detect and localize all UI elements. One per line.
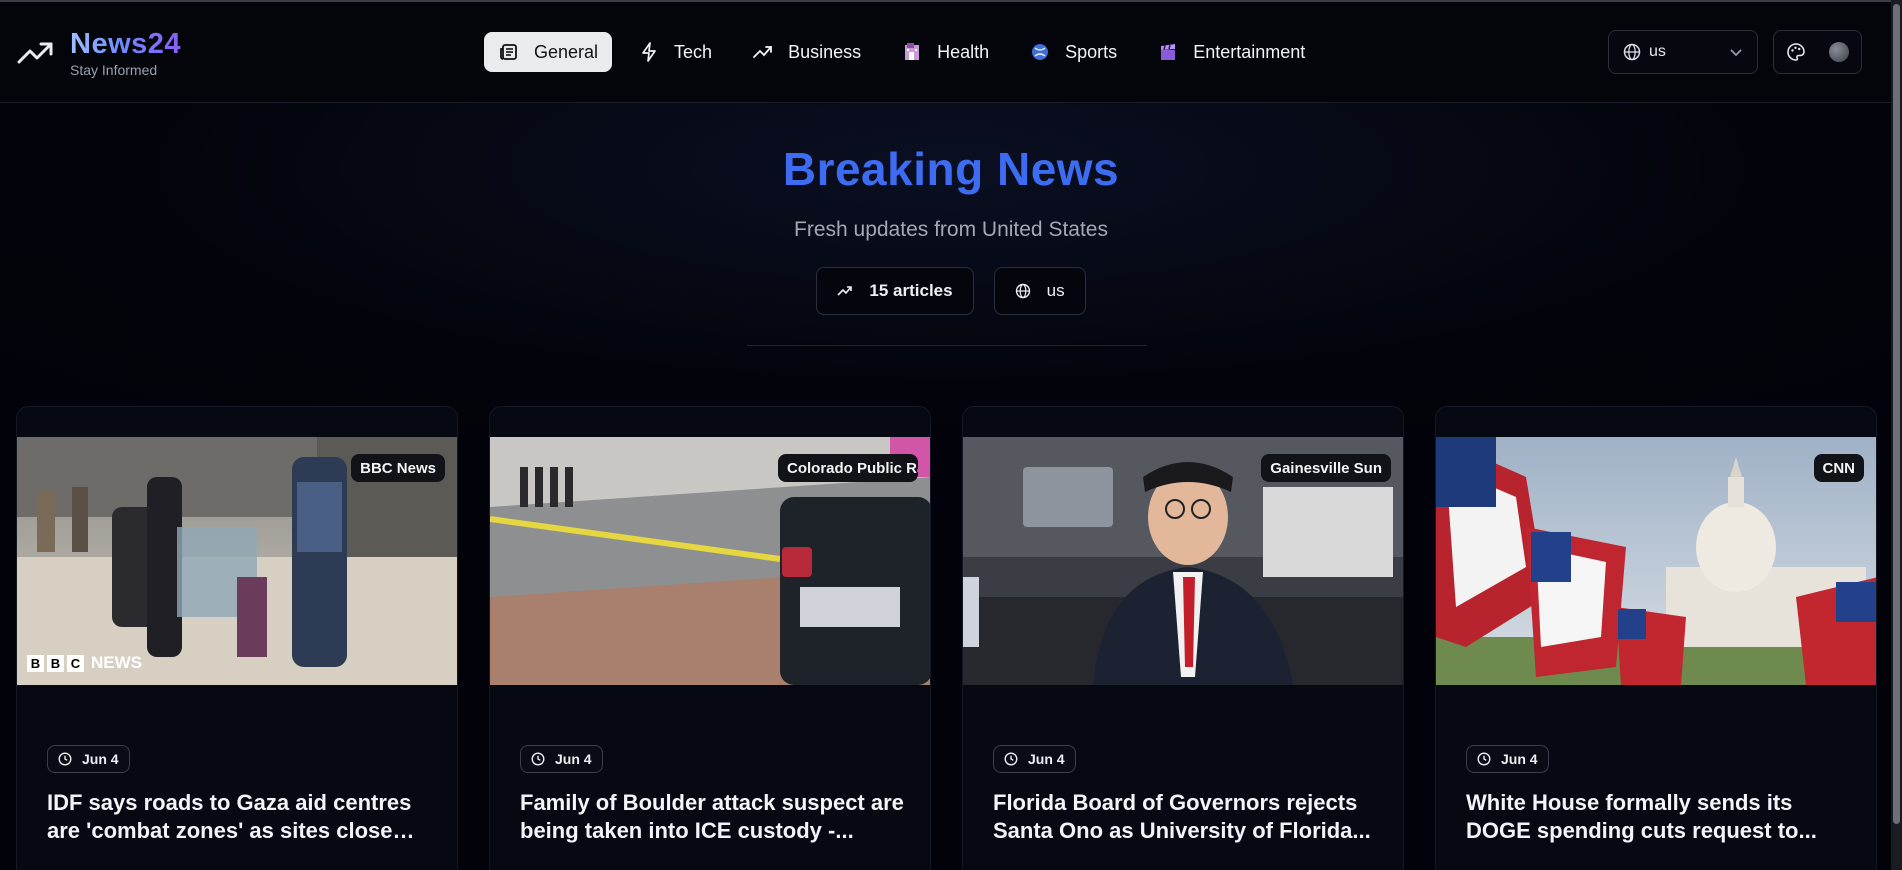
source-badge: BBC News <box>351 454 445 482</box>
chevron-down-icon <box>1730 49 1742 57</box>
article-count: 15 articles <box>869 281 953 300</box>
tab-sports[interactable]: Sports <box>1015 32 1131 72</box>
tab-health[interactable]: Health <box>887 32 1003 72</box>
article-title[interactable]: IDF says roads to Gaza aid centres are '… <box>47 789 437 845</box>
date-badge: Jun 4 <box>993 745 1076 773</box>
trending-up-icon <box>752 41 774 63</box>
palette-icon <box>1787 43 1805 61</box>
country-badge: us <box>993 267 1086 315</box>
ball-icon <box>1029 41 1051 63</box>
tab-label: Sports <box>1065 41 1118 62</box>
tab-label: General <box>534 41 599 62</box>
tab-label: Entertainment <box>1193 41 1306 62</box>
tab-entertainment[interactable]: Entertainment <box>1143 32 1319 72</box>
article-date: Jun 4 <box>82 751 119 767</box>
category-nav: General Tech Business Health Sports Ente… <box>484 32 1331 72</box>
theme-toggle[interactable] <box>1773 30 1862 74</box>
date-badge: Jun 4 <box>47 745 130 773</box>
clock-icon <box>58 752 72 766</box>
source-badge: Gainesville Sun <box>1261 454 1391 482</box>
globe-icon <box>1623 43 1641 61</box>
clock-icon <box>1004 752 1018 766</box>
article-card[interactable]: Gainesville Sun Jun 4 Florida Board of G… <box>962 406 1404 870</box>
page-scrollbar[interactable] <box>1891 0 1902 870</box>
tab-label: Tech <box>674 41 713 62</box>
tab-business[interactable]: Business <box>738 32 875 72</box>
brand-tagline: Stay Informed <box>70 62 158 78</box>
country-select[interactable]: us <box>1608 30 1758 74</box>
clock-icon <box>1477 752 1491 766</box>
article-date: Jun 4 <box>555 751 592 767</box>
article-title[interactable]: Family of Boulder attack suspect are bei… <box>520 789 910 845</box>
date-badge: Jun 4 <box>520 745 603 773</box>
source-badge: Colorado Public Radio <box>778 454 918 482</box>
hero-divider <box>747 345 1147 346</box>
theme-indicator <box>1829 42 1849 62</box>
article-image <box>1436 437 1876 685</box>
article-card[interactable]: B B C NEWS BBC News Jun 4 IDF says roads to… <box>16 406 458 870</box>
article-count-badge: 15 articles <box>816 267 974 315</box>
clapper-icon <box>1157 41 1179 63</box>
article-date: Jun 4 <box>1028 751 1065 767</box>
article-title[interactable]: Florida Board of Governors rejects Santa… <box>993 789 1383 845</box>
date-badge: Jun 4 <box>1466 745 1549 773</box>
brand-name: News24 <box>70 28 182 60</box>
clock-icon <box>531 752 545 766</box>
source-badge: CNN <box>1813 454 1864 482</box>
article-card[interactable]: Colorado Public Radio Jun 4 Family of Bo… <box>489 406 931 870</box>
page-title: Breaking News <box>782 143 1120 195</box>
country-code: us <box>1046 281 1065 300</box>
lightning-icon <box>638 41 660 63</box>
bbc-news-watermark: B B C NEWS <box>27 653 142 673</box>
brand-logo[interactable]: News24 Stay Informed <box>16 28 181 78</box>
scrollbar-thumb[interactable] <box>1893 4 1900 824</box>
app-header: News24 Stay Informed General Tech Busine… <box>0 2 1902 103</box>
country-select-value: us <box>1649 43 1666 60</box>
trending-up-icon <box>837 285 853 297</box>
tab-tech[interactable]: Tech <box>624 32 726 72</box>
globe-icon <box>1015 283 1031 299</box>
trending-up-icon <box>17 42 53 64</box>
tab-general[interactable]: General <box>484 32 613 72</box>
article-date: Jun 4 <box>1501 751 1538 767</box>
tab-label: Business <box>788 41 862 62</box>
page-subtitle: Fresh updates from United States <box>794 218 1108 241</box>
newspaper-icon <box>498 41 520 63</box>
hospital-icon <box>901 41 923 63</box>
article-card[interactable]: CNN Jun 4 White House formally sends its… <box>1435 406 1877 870</box>
tab-label: Health <box>937 41 990 62</box>
hero-stats: 15 articles us <box>0 267 1902 315</box>
article-title[interactable]: White House formally sends its DOGE spen… <box>1466 789 1856 845</box>
